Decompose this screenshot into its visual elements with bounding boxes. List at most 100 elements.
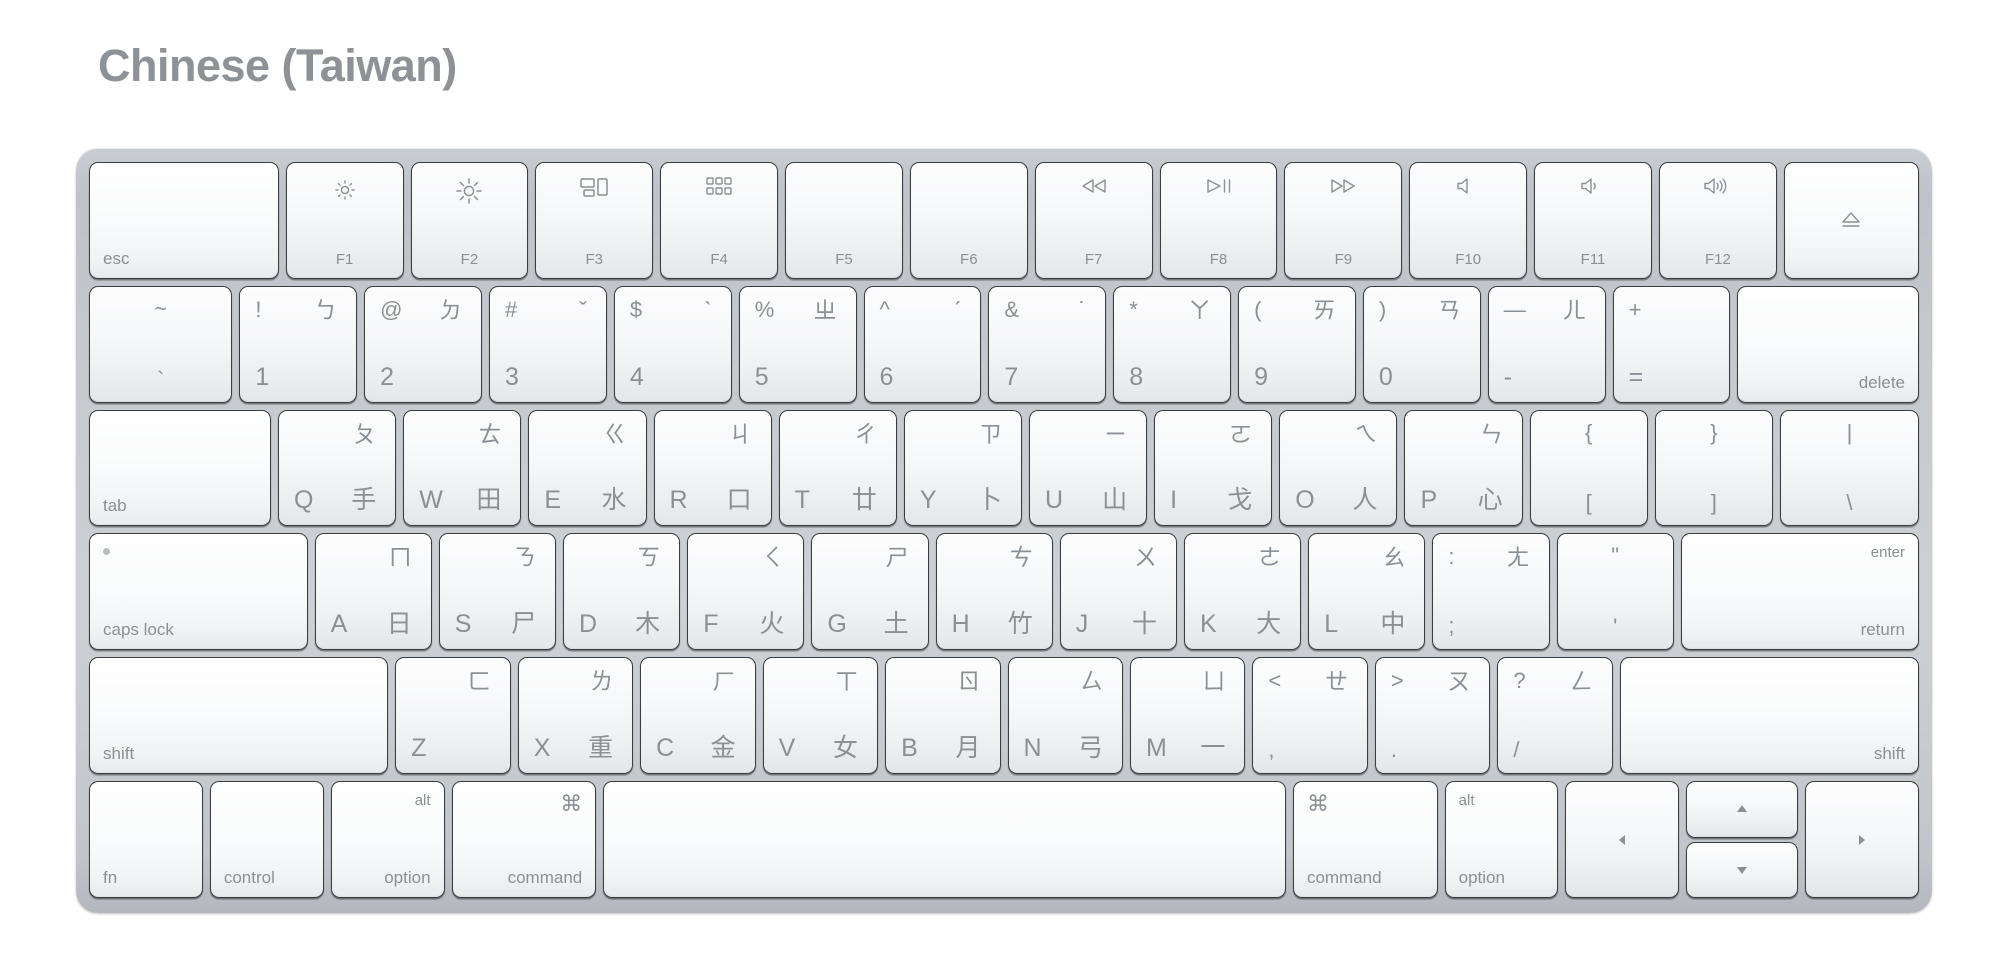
key-k[interactable]: ㄜ K 大: [1184, 533, 1302, 651]
key-a[interactable]: ㄇ A 日: [314, 533, 432, 651]
key-f12[interactable]: F12: [1658, 162, 1777, 279]
key-h[interactable]: ㄘ H 竹: [935, 533, 1053, 651]
key-b[interactable]: ㄖ B 月: [885, 657, 1001, 775]
key-bopomofo-label: ㄢ: [1437, 296, 1461, 323]
key-bracket-right[interactable]: } ]: [1654, 409, 1773, 527]
key-base-label: 2: [380, 362, 395, 391]
key-command-right[interactable]: ⌘ command: [1292, 781, 1438, 898]
key-r[interactable]: ㄐ R 口: [653, 409, 772, 527]
key-esc[interactable]: esc: [89, 162, 279, 279]
key-comma[interactable]: < ㄝ ,: [1252, 657, 1368, 775]
key-digit-1[interactable]: ! ㄅ 1: [239, 285, 358, 403]
key-bopomofo-label: ㄘ: [1009, 544, 1033, 571]
key-digit-9[interactable]: ( ㄞ 9: [1238, 285, 1356, 403]
key-alpha-label: Y: [919, 486, 937, 515]
key-space[interactable]: [603, 781, 1286, 898]
key-v[interactable]: ㄒ V 女: [762, 657, 879, 775]
key-u[interactable]: ㄧ U 山: [1028, 409, 1148, 527]
key-alpha-label: V: [778, 734, 796, 763]
key-backquote[interactable]: ~ `: [89, 285, 233, 403]
key-delete[interactable]: delete: [1737, 285, 1920, 403]
key-command-left[interactable]: ⌘ command: [451, 781, 597, 898]
key-f1[interactable]: F1: [285, 162, 404, 279]
key-eject[interactable]: [1783, 162, 1920, 279]
key-base-label: 9: [1254, 362, 1268, 391]
key-c[interactable]: ㄏ C 金: [640, 657, 756, 775]
key-label: shift: [103, 744, 135, 764]
key-digit-6[interactable]: ^ ˊ 6: [863, 285, 982, 403]
key-semicolon[interactable]: : ㄤ ;: [1432, 533, 1550, 651]
key-period[interactable]: > ㄡ .: [1374, 657, 1491, 775]
shift-row: shift ㄈ Z ㄌ X 重 ㄏ C 金 ㄒ V 女 ㄖ B 月 ㄙ N 弓 …: [89, 657, 1920, 775]
key-cangjie-label: 女: [833, 734, 859, 763]
key-w[interactable]: ㄊ W 田: [403, 409, 522, 527]
key-q[interactable]: ㄆ Q 手: [278, 409, 397, 527]
key-digit-4[interactable]: $ ˋ 4: [613, 285, 732, 403]
key-m[interactable]: ㄩ M 一: [1129, 657, 1246, 775]
key-p[interactable]: ㄣ P 心: [1404, 409, 1523, 527]
key-bopomofo-label: ㄜ: [1258, 544, 1282, 571]
key-base-label: =: [1628, 362, 1644, 391]
key-label: F10: [1455, 250, 1482, 268]
key-d[interactable]: ㄎ D 木: [562, 533, 681, 651]
key-n[interactable]: ㄙ N 弓: [1007, 657, 1123, 775]
key-digit-7[interactable]: & ˙ 7: [988, 285, 1107, 403]
key-f11[interactable]: F11: [1534, 162, 1652, 279]
key-f5[interactable]: F5: [785, 162, 903, 279]
key-shift-left[interactable]: shift: [89, 657, 389, 775]
key-f9[interactable]: F9: [1284, 162, 1403, 279]
key-arrow-down[interactable]: [1686, 841, 1799, 898]
key-f8[interactable]: F8: [1159, 162, 1278, 279]
key-x[interactable]: ㄌ X 重: [517, 657, 634, 775]
key-slash[interactable]: ? ㄥ /: [1497, 657, 1613, 775]
key-bracket-left[interactable]: { [: [1529, 409, 1648, 527]
key-f2[interactable]: F2: [410, 162, 529, 279]
key-backslash[interactable]: | \: [1779, 409, 1919, 527]
key-i[interactable]: ㄛ I 戈: [1154, 409, 1273, 527]
key-j[interactable]: ㄨ J 十: [1059, 533, 1177, 651]
key-label: F2: [460, 250, 479, 268]
key-f7[interactable]: F7: [1034, 162, 1153, 279]
key-z[interactable]: ㄈ Z: [395, 657, 511, 775]
key-digit-0[interactable]: ) ㄢ 0: [1362, 285, 1481, 403]
key-arrow-right[interactable]: [1805, 781, 1920, 898]
key-digit-5[interactable]: % ㄓ 5: [738, 285, 857, 403]
key-digit-2[interactable]: @ ㄉ 2: [364, 285, 483, 403]
key-f6[interactable]: F6: [909, 162, 1028, 279]
key-g[interactable]: ㄕ G 土: [811, 533, 929, 651]
key-o[interactable]: ㄟ O 人: [1279, 409, 1398, 527]
key-fn[interactable]: fn: [89, 781, 203, 898]
key-f3[interactable]: F3: [535, 162, 654, 279]
key-label-top: alt: [414, 792, 431, 810]
key-quote[interactable]: " ': [1556, 533, 1674, 651]
key-return[interactable]: enter return: [1680, 533, 1919, 651]
key-e[interactable]: ㄍ E 水: [528, 409, 647, 527]
key-equal[interactable]: + =: [1612, 285, 1731, 403]
key-f10[interactable]: F10: [1409, 162, 1528, 279]
key-f4[interactable]: F4: [660, 162, 779, 279]
key-alpha-label: D: [578, 610, 598, 639]
key-caps-lock[interactable]: caps lock: [89, 533, 308, 651]
key-bopomofo-label: ㄧ: [1104, 420, 1128, 447]
key-arrow-up[interactable]: [1686, 781, 1799, 838]
key-t[interactable]: ㄔ T 廿: [778, 409, 897, 527]
key-s[interactable]: ㄋ S 尸: [438, 533, 556, 651]
key-l[interactable]: ㄠ L 中: [1308, 533, 1426, 651]
key-digit-3[interactable]: # ˇ 3: [489, 285, 607, 403]
key-y[interactable]: ㄗ Y 卜: [903, 409, 1022, 527]
key-bopomofo-label: ㄚ: [1188, 296, 1212, 323]
key-option-right[interactable]: alt option: [1444, 781, 1559, 898]
key-shift-label: }: [1710, 419, 1718, 445]
key-control[interactable]: control: [209, 781, 324, 898]
key-shift-right[interactable]: shift: [1619, 657, 1920, 775]
key-option-left[interactable]: alt option: [330, 781, 445, 898]
key-bopomofo-label: ㄗ: [978, 420, 1002, 447]
key-tab[interactable]: tab: [89, 409, 272, 527]
key-alpha-label: X: [533, 734, 551, 763]
key-minus[interactable]: — ㄦ -: [1487, 285, 1606, 403]
command-icon: ⌘: [1306, 791, 1329, 817]
key-f[interactable]: ㄑ F 火: [687, 533, 805, 651]
key-bopomofo-label: ㄛ: [1229, 420, 1253, 447]
key-digit-8[interactable]: * ㄚ 8: [1113, 285, 1232, 403]
key-arrow-left[interactable]: [1565, 781, 1680, 898]
